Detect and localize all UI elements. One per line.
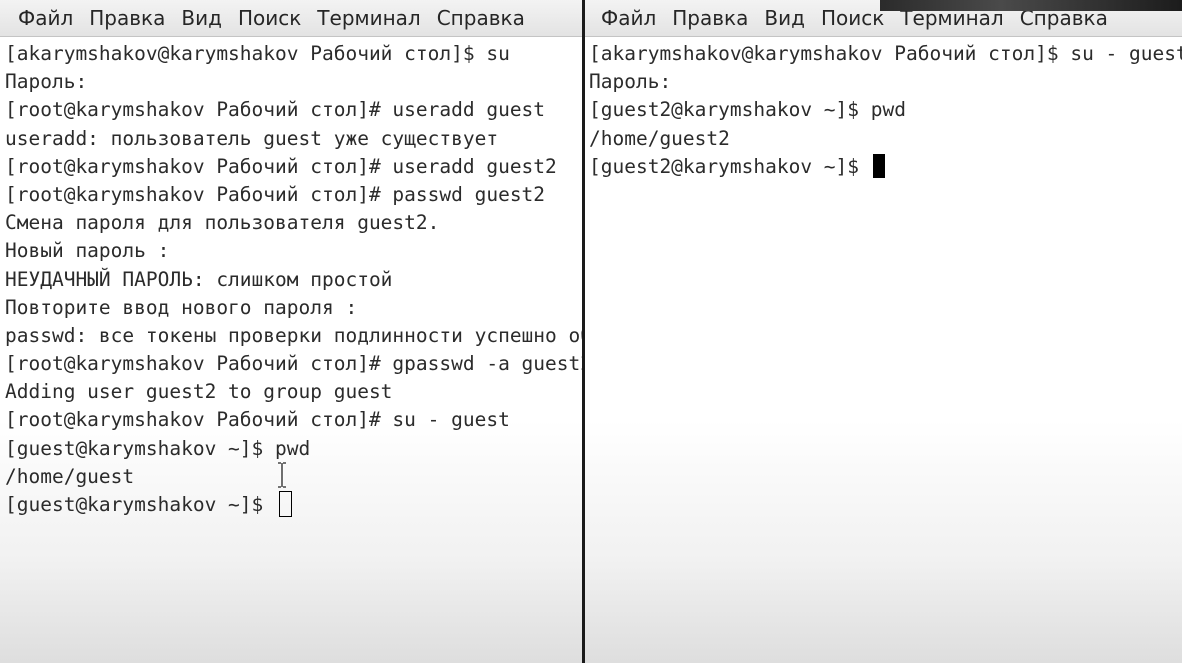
terminal-line: [guest@karymshakov ~]$ pwd xyxy=(5,436,311,460)
menu-terminal[interactable]: Терминал xyxy=(309,0,428,36)
ibeam-mouse-cursor-icon xyxy=(278,462,286,488)
terminal-prompt-line[interactable]: [guest2@karymshakov ~]$ xyxy=(589,153,1182,181)
terminal-line: [akarymshakov@karymshakov Рабочий стол]$… xyxy=(589,42,1182,65)
terminal-line: Пароль: xyxy=(589,70,672,94)
prompt-text: [guest@karymshakov ~]$ xyxy=(5,493,276,516)
terminal-line: Adding user guest2 to group guest xyxy=(5,380,393,404)
terminal-line: passwd: все токены проверки подлинности … xyxy=(5,323,582,347)
overlapping-window-edge xyxy=(880,0,1182,11)
menu-help[interactable]: Справка xyxy=(429,0,533,36)
terminal-line: [root@karymshakov Рабочий стол]# su - gu… xyxy=(5,408,510,432)
menu-file[interactable]: Файл xyxy=(10,0,81,36)
right-terminal-window[interactable]: Файл Правка Вид Поиск Терминал Справка [akary… xyxy=(585,0,1182,663)
text-cursor-icon xyxy=(872,153,885,178)
terminal-line: [guest2@karymshakov ~]$ pwd xyxy=(589,98,906,122)
terminal-line: Новый пароль : xyxy=(5,239,170,263)
left-terminal-window[interactable]: Файл Правка Вид Поиск Терминал Справка [akary… xyxy=(0,0,582,663)
terminal-line: Повторите ввод нового пароля : xyxy=(5,295,358,319)
menu-search[interactable]: Поиск xyxy=(230,0,309,36)
terminal-line: useradd: пользователь guest уже существу… xyxy=(5,126,499,150)
terminal-line: [akarymshakov@karymshakov Рабочий стол]$… xyxy=(5,42,510,65)
terminal-prompt-line[interactable]: [guest@karymshakov ~]$ xyxy=(5,491,582,519)
menu-edit[interactable]: Правка xyxy=(664,0,756,36)
terminal-line: НЕУДАЧНЫЙ ПАРОЛЬ: слишком простой xyxy=(5,267,393,291)
terminal-line: [root@karymshakov Рабочий стол]# useradd… xyxy=(5,98,546,122)
text-cursor-icon xyxy=(279,491,293,517)
terminal-line: [root@karymshakov Рабочий стол]# passwd … xyxy=(5,182,546,206)
menu-file[interactable]: Файл xyxy=(593,0,664,36)
left-menubar: Файл Правка Вид Поиск Терминал Справка xyxy=(0,0,582,37)
left-terminal-output[interactable]: [akarymshakov@karymshakov Рабочий стол]$… xyxy=(5,40,582,519)
menu-view[interactable]: Вид xyxy=(173,0,230,36)
terminal-line: [root@karymshakov Рабочий стол]# gpasswd… xyxy=(5,352,582,376)
terminal-line: [root@karymshakov Рабочий стол]# useradd… xyxy=(5,154,557,178)
terminal-line: Пароль: xyxy=(5,70,88,94)
terminal-line: Смена пароля для пользователя guest2. xyxy=(5,211,440,235)
right-terminal-output[interactable]: [akarymshakov@karymshakov Рабочий стол]$… xyxy=(589,40,1182,181)
menu-edit[interactable]: Правка xyxy=(81,0,173,36)
terminal-line: /home/guest xyxy=(5,464,135,488)
prompt-text: [guest2@karymshakov ~]$ xyxy=(589,154,871,178)
menu-view[interactable]: Вид xyxy=(756,0,813,36)
terminal-line: /home/guest2 xyxy=(589,126,730,150)
